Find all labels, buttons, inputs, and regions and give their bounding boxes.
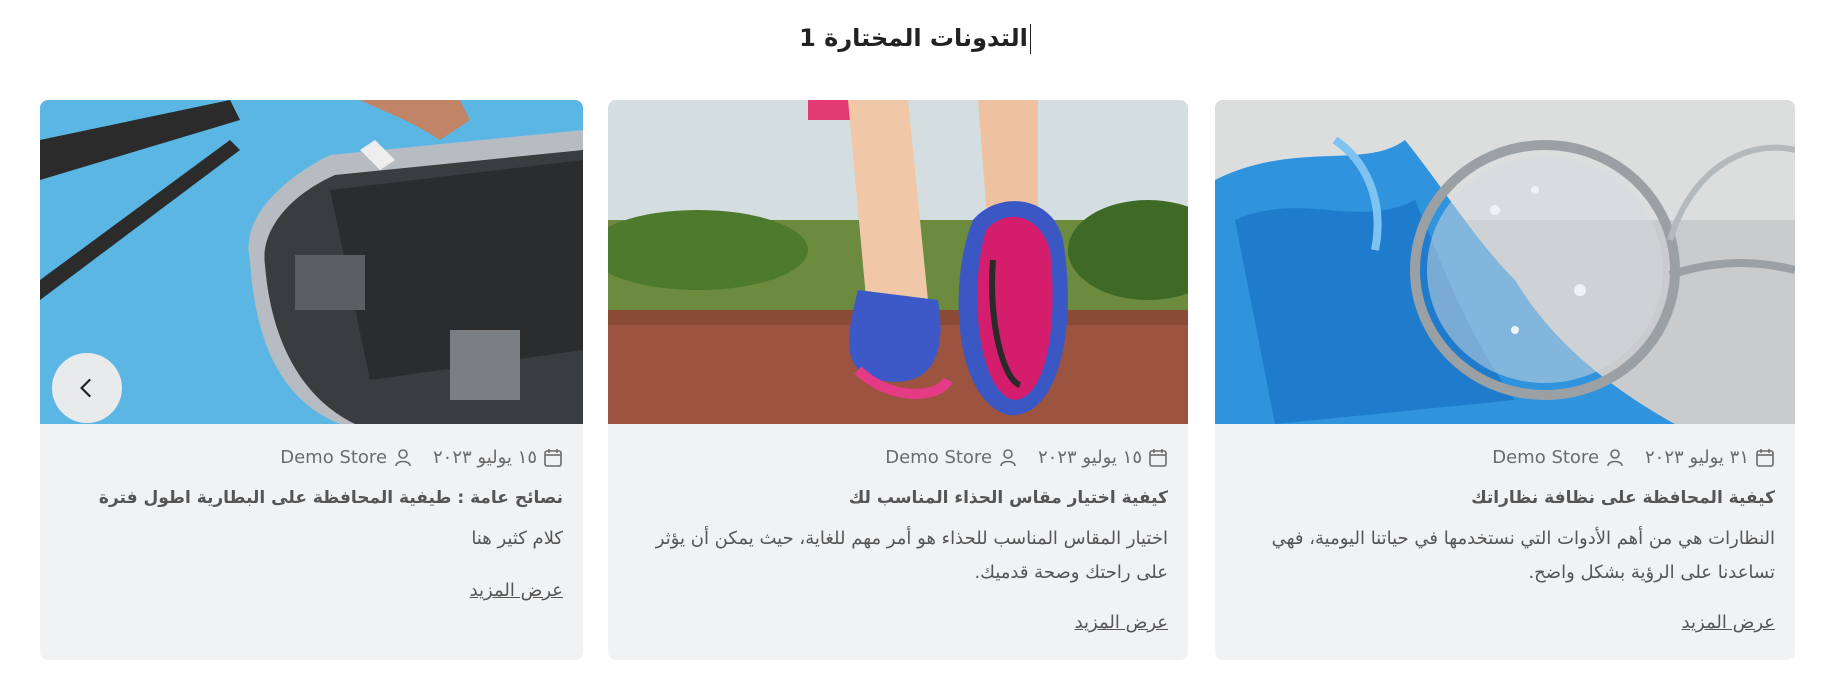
text-caret bbox=[1029, 24, 1031, 54]
running-shoes-photo bbox=[608, 100, 1188, 424]
read-more-link[interactable]: عرض المزيد bbox=[1682, 612, 1775, 633]
post-meta: ١٥ يوليو ٢٠٢٣ Demo Store bbox=[885, 447, 1168, 468]
blog-card[interactable]: ١٥ يوليو ٢٠٢٣ Demo Store نصائح عامة : طي… bbox=[40, 100, 583, 660]
post-author: Demo Store bbox=[885, 447, 1018, 468]
post-excerpt: اختيار المقاس المناسب للحذاء هو أمر مهم … bbox=[655, 528, 1168, 583]
blog-card[interactable]: ٣١ يوليو ٢٠٢٣ Demo Store كيفية المحافظة … bbox=[1215, 100, 1795, 660]
user-icon bbox=[395, 448, 411, 466]
user-icon bbox=[1607, 448, 1623, 466]
phone-battery-repair-photo bbox=[40, 100, 583, 424]
calendar-icon bbox=[544, 448, 562, 467]
chevron-left-icon bbox=[80, 378, 92, 398]
post-author-text: Demo Store bbox=[280, 447, 388, 468]
section-title: التدونات المختارة 1 bbox=[0, 24, 1830, 54]
post-excerpt: النظارات هي من أهم الأدوات التي نستخدمها… bbox=[1271, 528, 1775, 583]
post-date: ١٥ يوليو ٢٠٢٣ bbox=[433, 447, 563, 468]
post-author-text: Demo Store bbox=[885, 447, 993, 468]
post-date: ٣١ يوليو ٢٠٢٣ bbox=[1645, 447, 1775, 468]
post-meta: ٣١ يوليو ٢٠٢٣ Demo Store bbox=[1492, 447, 1775, 468]
post-title[interactable]: كيفية اختيار مقاس الحذاء المناسب لك bbox=[628, 488, 1168, 508]
read-more-link[interactable]: عرض المزيد bbox=[470, 580, 563, 601]
post-excerpt: كلام كثير هنا bbox=[471, 528, 563, 549]
post-date: ١٥ يوليو ٢٠٢٣ bbox=[1038, 447, 1168, 468]
post-date-text: ١٥ يوليو ٢٠٢٣ bbox=[433, 447, 537, 468]
carousel-prev-button[interactable] bbox=[52, 353, 122, 423]
post-author: Demo Store bbox=[1492, 447, 1625, 468]
blog-card-image[interactable] bbox=[1215, 100, 1795, 424]
blog-card-image[interactable] bbox=[608, 100, 1188, 424]
post-meta: ١٥ يوليو ٢٠٢٣ Demo Store bbox=[280, 447, 563, 468]
post-title[interactable]: نصائح عامة : طيفية المحافظة على البطارية… bbox=[60, 488, 563, 508]
blog-card[interactable]: ١٥ يوليو ٢٠٢٣ Demo Store كيفية اختيار مق… bbox=[608, 100, 1188, 660]
glasses-cleaning-photo bbox=[1215, 100, 1795, 424]
post-date-text: ١٥ يوليو ٢٠٢٣ bbox=[1038, 447, 1142, 468]
post-author-text: Demo Store bbox=[1492, 447, 1600, 468]
read-more-link[interactable]: عرض المزيد bbox=[1075, 612, 1168, 633]
calendar-icon bbox=[1149, 448, 1167, 467]
user-icon bbox=[1000, 448, 1016, 466]
calendar-icon bbox=[1756, 448, 1774, 467]
blog-card-image[interactable] bbox=[40, 100, 583, 424]
post-title[interactable]: كيفية المحافظة على نظافة نظاراتك bbox=[1235, 488, 1775, 508]
post-date-text: ٣١ يوليو ٢٠٢٣ bbox=[1645, 447, 1749, 468]
post-author: Demo Store bbox=[280, 447, 413, 468]
